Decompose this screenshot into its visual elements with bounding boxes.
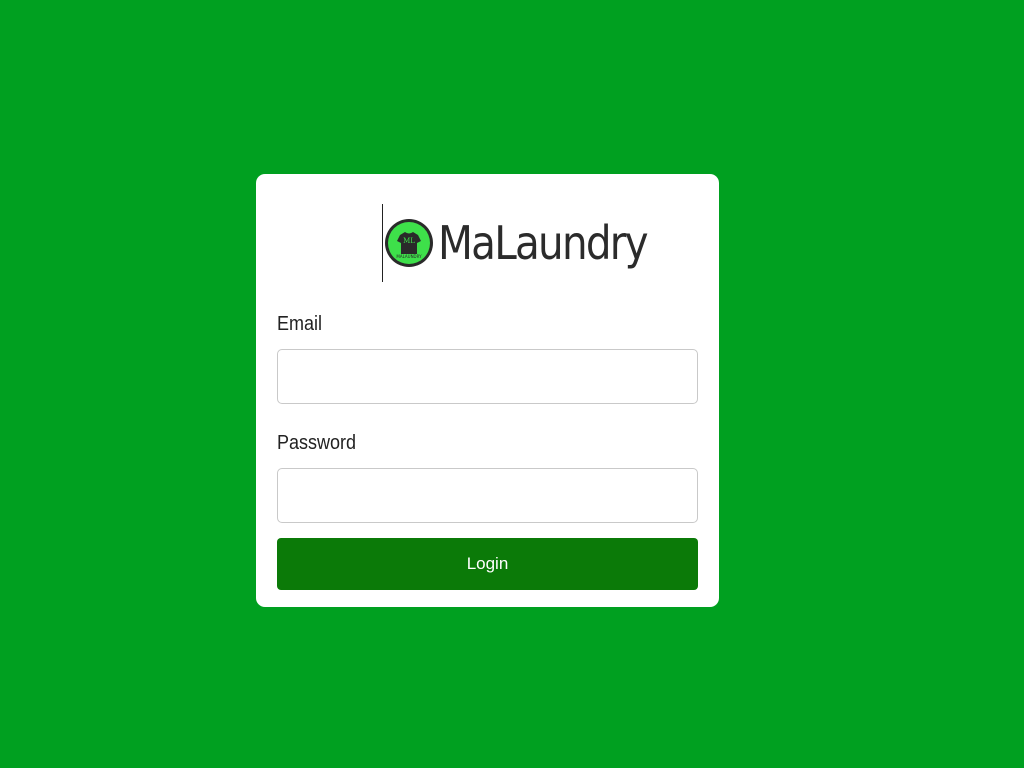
- email-field[interactable]: [277, 349, 698, 404]
- login-card: ML MALAUNDRY MaLaundry Email Password Lo…: [256, 174, 719, 607]
- password-field[interactable]: [277, 468, 698, 523]
- brand-name: MaLaundry: [438, 216, 649, 270]
- svg-text:ML: ML: [403, 237, 415, 245]
- brand-header: ML MALAUNDRY MaLaundry: [382, 202, 675, 284]
- svg-text:MALAUNDRY: MALAUNDRY: [396, 254, 422, 259]
- email-label: Email: [277, 313, 323, 335]
- password-label: Password: [277, 432, 357, 454]
- text-cursor: [382, 204, 383, 282]
- laundry-logo-icon: ML MALAUNDRY: [385, 219, 433, 267]
- login-button[interactable]: Login: [277, 538, 698, 590]
- login-form: Email Password Login: [277, 312, 698, 590]
